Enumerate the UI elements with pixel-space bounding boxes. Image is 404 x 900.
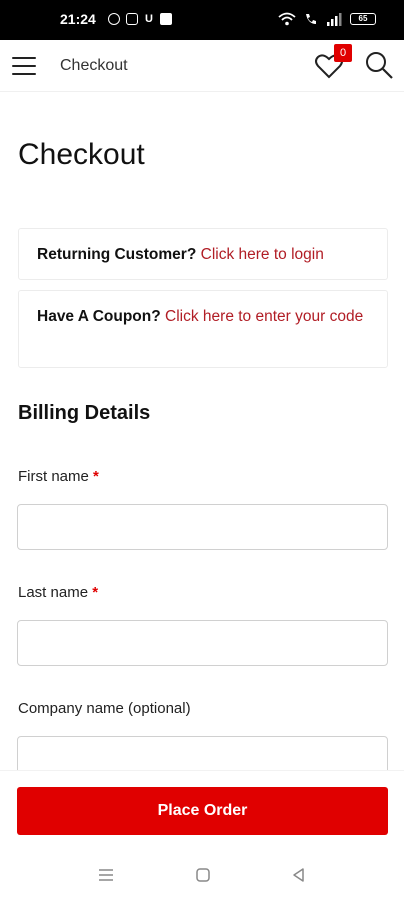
last-name-field[interactable]	[17, 620, 388, 666]
app-bar-title: Checkout	[60, 57, 128, 74]
coupon-label: Have A Coupon?	[37, 308, 161, 325]
returning-customer-label: Returning Customer?	[37, 246, 197, 263]
place-order-button[interactable]: Place Order	[17, 787, 388, 835]
company-name-label-text: Company name (optional)	[18, 700, 191, 717]
signal-icon	[327, 13, 342, 26]
back-icon[interactable]	[290, 866, 308, 884]
billing-details-title: Billing Details	[18, 402, 151, 424]
system-navigation-bar	[0, 850, 404, 900]
place-order-bar: Place Order	[0, 770, 404, 850]
instagram-icon	[126, 13, 138, 25]
status-notification-icons: U	[108, 13, 172, 25]
first-name-label: First name *	[18, 468, 99, 485]
returning-customer-notice: Returning Customer? Click here to login	[18, 228, 388, 280]
status-system-icons: 65	[278, 12, 376, 26]
last-name-label: Last name *	[18, 584, 98, 601]
first-name-label-text: First name	[18, 468, 89, 485]
status-time: 21:24	[60, 11, 96, 27]
login-link[interactable]: Click here to login	[201, 246, 324, 263]
coupon-notice: Have A Coupon? Click here to enter your …	[18, 290, 388, 368]
home-icon[interactable]	[194, 866, 212, 884]
battery-icon: 65	[350, 13, 376, 25]
required-asterisk: *	[93, 468, 99, 485]
wishlist-count-badge: 0	[334, 44, 352, 62]
page-title: Checkout	[18, 138, 145, 171]
wifi-icon	[278, 12, 296, 26]
whatsapp-icon	[108, 13, 120, 25]
status-bar: 21:24 U 65	[0, 0, 404, 40]
last-name-label-text: Last name	[18, 584, 89, 601]
app-u-icon: U	[145, 13, 153, 25]
recent-apps-icon[interactable]	[97, 866, 115, 884]
first-name-field[interactable]	[17, 504, 388, 550]
vowifi-icon	[306, 14, 316, 24]
required-asterisk: *	[92, 584, 99, 601]
company-name-label: Company name (optional)	[18, 700, 191, 717]
enter-coupon-link[interactable]: Click here to enter your code	[165, 308, 363, 325]
hamburger-menu-icon[interactable]	[12, 57, 36, 75]
notification-icon	[160, 13, 172, 25]
search-icon[interactable]	[364, 50, 394, 80]
